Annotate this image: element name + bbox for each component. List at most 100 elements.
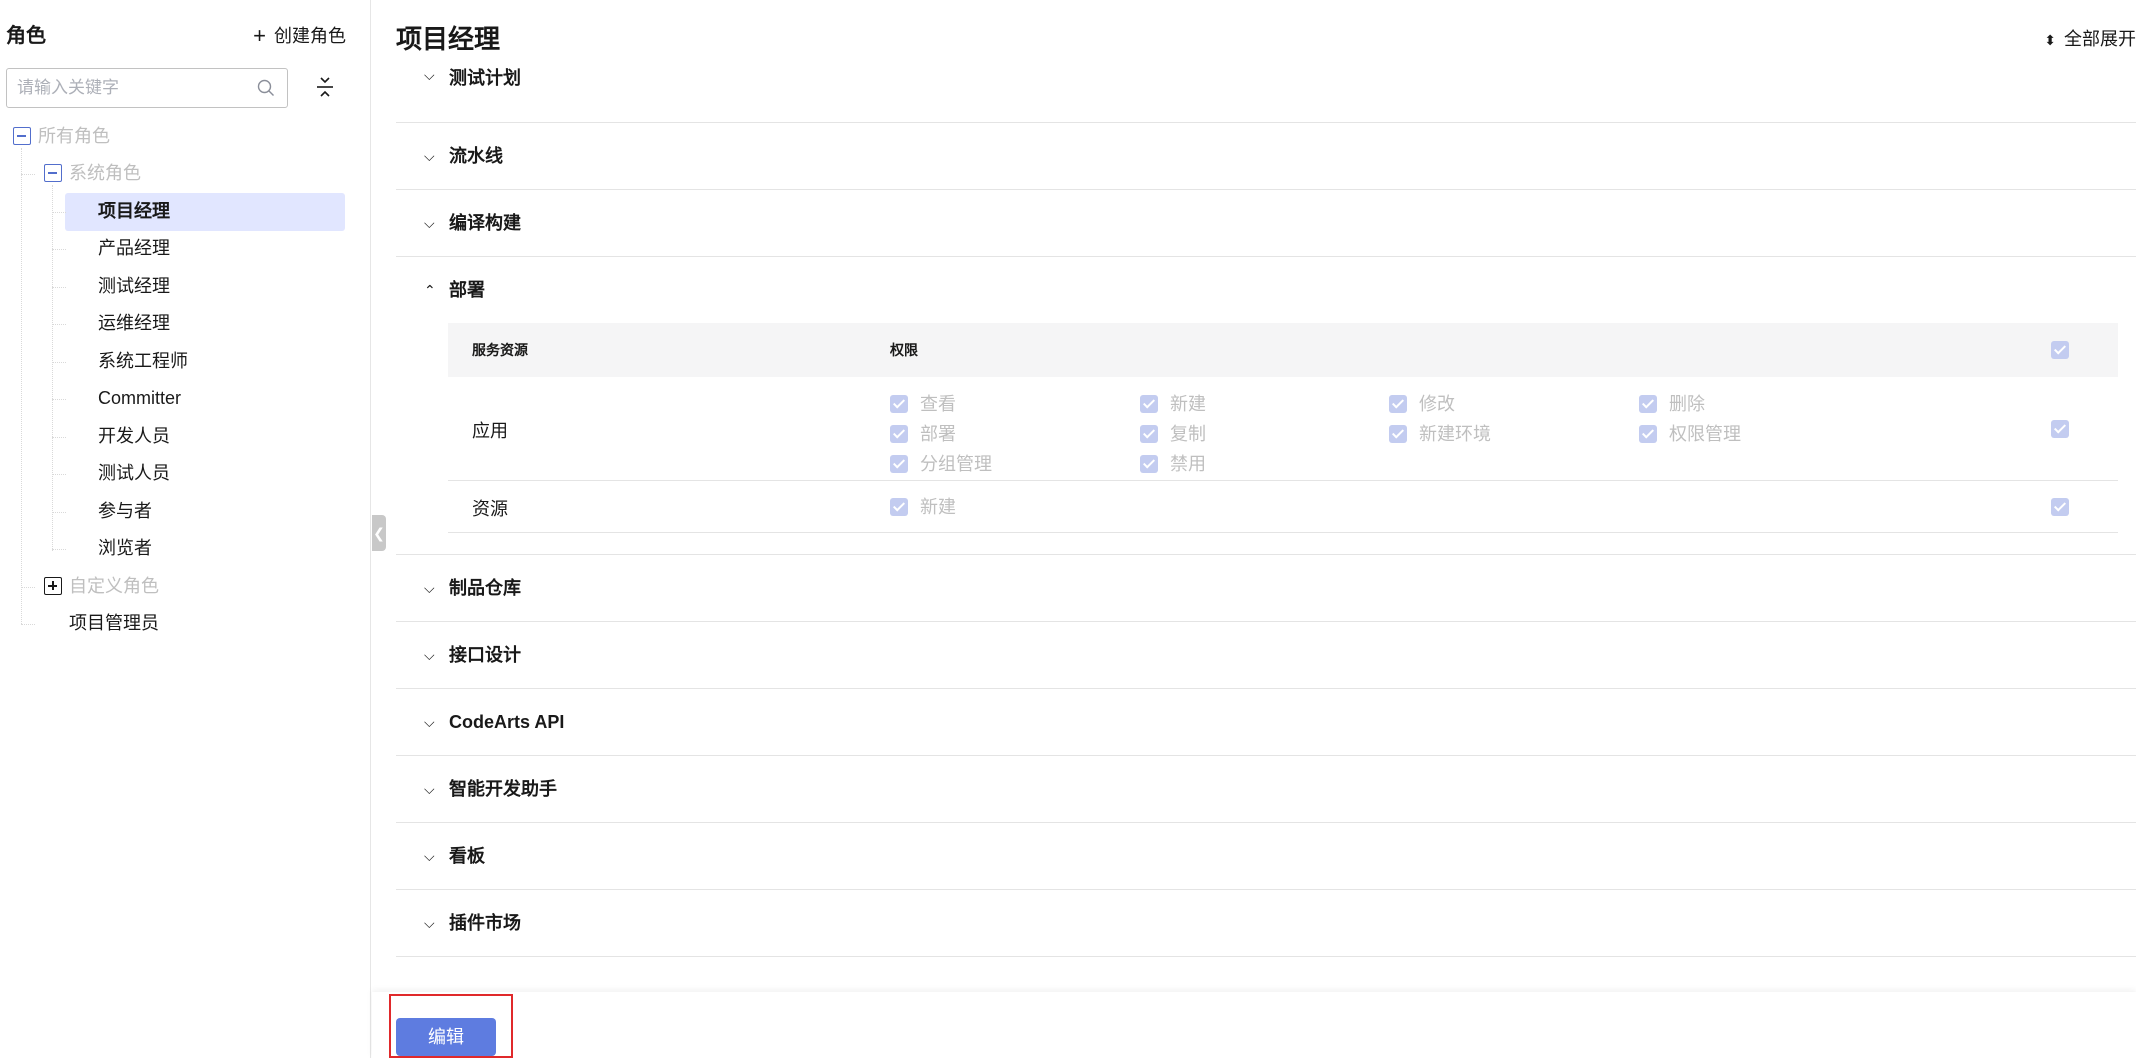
permission-label: 复制: [1170, 424, 1206, 444]
table-header: 服务资源 权限: [448, 323, 2118, 377]
row-select-checkbox[interactable]: [2051, 498, 2069, 516]
section-plugin-market[interactable]: ⌵ 插件市场: [396, 890, 2136, 957]
tree-line: [52, 474, 66, 475]
tree-line: [52, 437, 66, 438]
tree-line: [52, 212, 66, 213]
tree-node-label: 浏览者: [98, 538, 152, 558]
checkbox[interactable]: [890, 425, 908, 443]
expand-all-icon: ⬍: [2044, 32, 2056, 48]
section-title: 看板: [449, 846, 485, 866]
tree-node-label: 测试人员: [98, 463, 170, 483]
collapse-toggle-icon[interactable]: [44, 164, 62, 182]
search-input[interactable]: [17, 69, 247, 107]
sidebar-header: 角色 + 创建角色: [6, 22, 346, 50]
section-title: 接口设计: [449, 645, 521, 665]
chevron-down-icon: ⌵: [424, 148, 435, 164]
tree-node-label: 产品经理: [98, 238, 170, 258]
tree-node-label: 系统工程师: [98, 351, 188, 371]
section-title: 插件市场: [449, 913, 521, 933]
sidebar: 角色 + 创建角色 所有角色 系统角色 项目经理 产品经理 测试经理 运维经理: [0, 0, 370, 1058]
column-header-permission: 权限: [890, 342, 918, 358]
checkbox[interactable]: [1140, 425, 1158, 443]
section-build[interactable]: ⌵ 编译构建: [396, 190, 2136, 257]
section-artifact-repo[interactable]: ⌵ 制品仓库: [396, 555, 2136, 622]
checkbox[interactable]: [1389, 395, 1407, 413]
expand-all-label: 全部展开: [2064, 29, 2136, 49]
checkbox[interactable]: [1389, 425, 1407, 443]
sidebar-title: 角色: [6, 25, 46, 47]
section-title: 流水线: [449, 146, 503, 166]
footer-bar: 编辑: [372, 992, 2136, 1058]
collapse-all-icon[interactable]: [314, 74, 336, 100]
expand-toggle-icon[interactable]: [44, 577, 62, 595]
permission-label: 修改: [1419, 394, 1455, 414]
search-icon[interactable]: [257, 79, 275, 97]
checkbox[interactable]: [1140, 455, 1158, 473]
section-title: 编译构建: [449, 213, 521, 233]
checkbox[interactable]: [890, 395, 908, 413]
tree-node-custom-roles[interactable]: 自定义角色: [0, 568, 370, 605]
tree-line: [52, 362, 66, 363]
edit-button[interactable]: 编辑: [396, 1018, 496, 1056]
permission-label: 新建: [920, 497, 956, 517]
section-api-design[interactable]: ⌵ 接口设计: [396, 622, 2136, 689]
tree-node-label: 测试经理: [98, 276, 170, 296]
checkbox[interactable]: [890, 498, 908, 516]
main-panel: 项目经理 ⬍ 全部展开 ⌵ 测试计划 ⌵ 流水线 ⌵ 编译构建 ⌃ 部署 服务资源 权限…: [396, 0, 2136, 1058]
tree-node-label: 运维经理: [98, 313, 170, 333]
chevron-down-icon: ⌵: [424, 714, 435, 730]
tree-line: [52, 185, 53, 551]
tree-line: [52, 324, 66, 325]
row-select-checkbox[interactable]: [2051, 420, 2069, 438]
chevron-down-icon: ⌵: [424, 215, 435, 231]
permission-label: 权限管理: [1669, 424, 1741, 444]
create-role-label: 创建角色: [274, 26, 346, 46]
tree-node-all-roles[interactable]: 所有角色: [0, 118, 370, 155]
checkbox[interactable]: [1639, 425, 1657, 443]
collapse-toggle-icon[interactable]: [13, 127, 31, 145]
tree-line: [21, 624, 35, 625]
chevron-up-icon: ⌃: [424, 282, 436, 298]
section-title: 智能开发助手: [449, 779, 557, 799]
chevron-down-icon: ⌵: [424, 67, 435, 83]
expand-all-button[interactable]: ⬍ 全部展开: [2044, 26, 2136, 53]
permission-label: 删除: [1669, 394, 1705, 414]
chevron-down-icon: ⌵: [424, 781, 435, 797]
tree-line: [52, 287, 66, 288]
tree-node-label: 系统角色: [69, 163, 141, 183]
section-test-plan[interactable]: ⌵ 测试计划: [396, 56, 2136, 123]
checkbox[interactable]: [890, 455, 908, 473]
table-row: 应用 查看 新建 修改 删除 部署 复制 新建环境 权限管理 分组管理 禁用: [448, 377, 2118, 481]
section-title: 部署: [449, 280, 485, 300]
section-codearts-api[interactable]: ⌵ CodeArts API: [396, 689, 2136, 756]
section-title: 制品仓库: [449, 578, 521, 598]
tree-line: [52, 249, 66, 250]
column-header-resource: 服务资源: [472, 342, 528, 358]
permission-label: 新建环境: [1419, 424, 1491, 444]
search-box[interactable]: [6, 68, 288, 108]
select-all-checkbox[interactable]: [2051, 341, 2069, 359]
section-pipeline[interactable]: ⌵ 流水线: [396, 123, 2136, 190]
tree-node-label: 参与者: [98, 501, 152, 521]
section-kanban[interactable]: ⌵ 看板: [396, 823, 2136, 890]
tree-node-label: 项目经理: [98, 201, 170, 221]
checkbox[interactable]: [1639, 395, 1657, 413]
tree-node-label: 自定义角色: [69, 576, 159, 596]
section-dev-assistant[interactable]: ⌵ 智能开发助手: [396, 756, 2136, 823]
section-title: 测试计划: [449, 68, 521, 88]
tree-node-system-roles[interactable]: 系统角色: [0, 155, 370, 192]
tree-line: [52, 399, 66, 400]
tree-node-label: 项目管理员: [69, 613, 159, 633]
chevron-left-icon: ❮: [373, 525, 385, 541]
checkbox[interactable]: [1140, 395, 1158, 413]
tree-node-label: 所有角色: [38, 126, 110, 146]
tree-node-label: 开发人员: [98, 426, 170, 446]
sidebar-toggle-handle[interactable]: ❮: [372, 515, 386, 551]
section-title: CodeArts API: [449, 712, 565, 732]
tree-line: [21, 148, 22, 624]
chevron-down-icon: ⌵: [424, 647, 435, 663]
tree-line: [52, 549, 66, 550]
permission-label: 部署: [920, 424, 956, 444]
create-role-button[interactable]: + 创建角色: [253, 22, 346, 50]
table-row: 资源 新建: [448, 481, 2118, 533]
